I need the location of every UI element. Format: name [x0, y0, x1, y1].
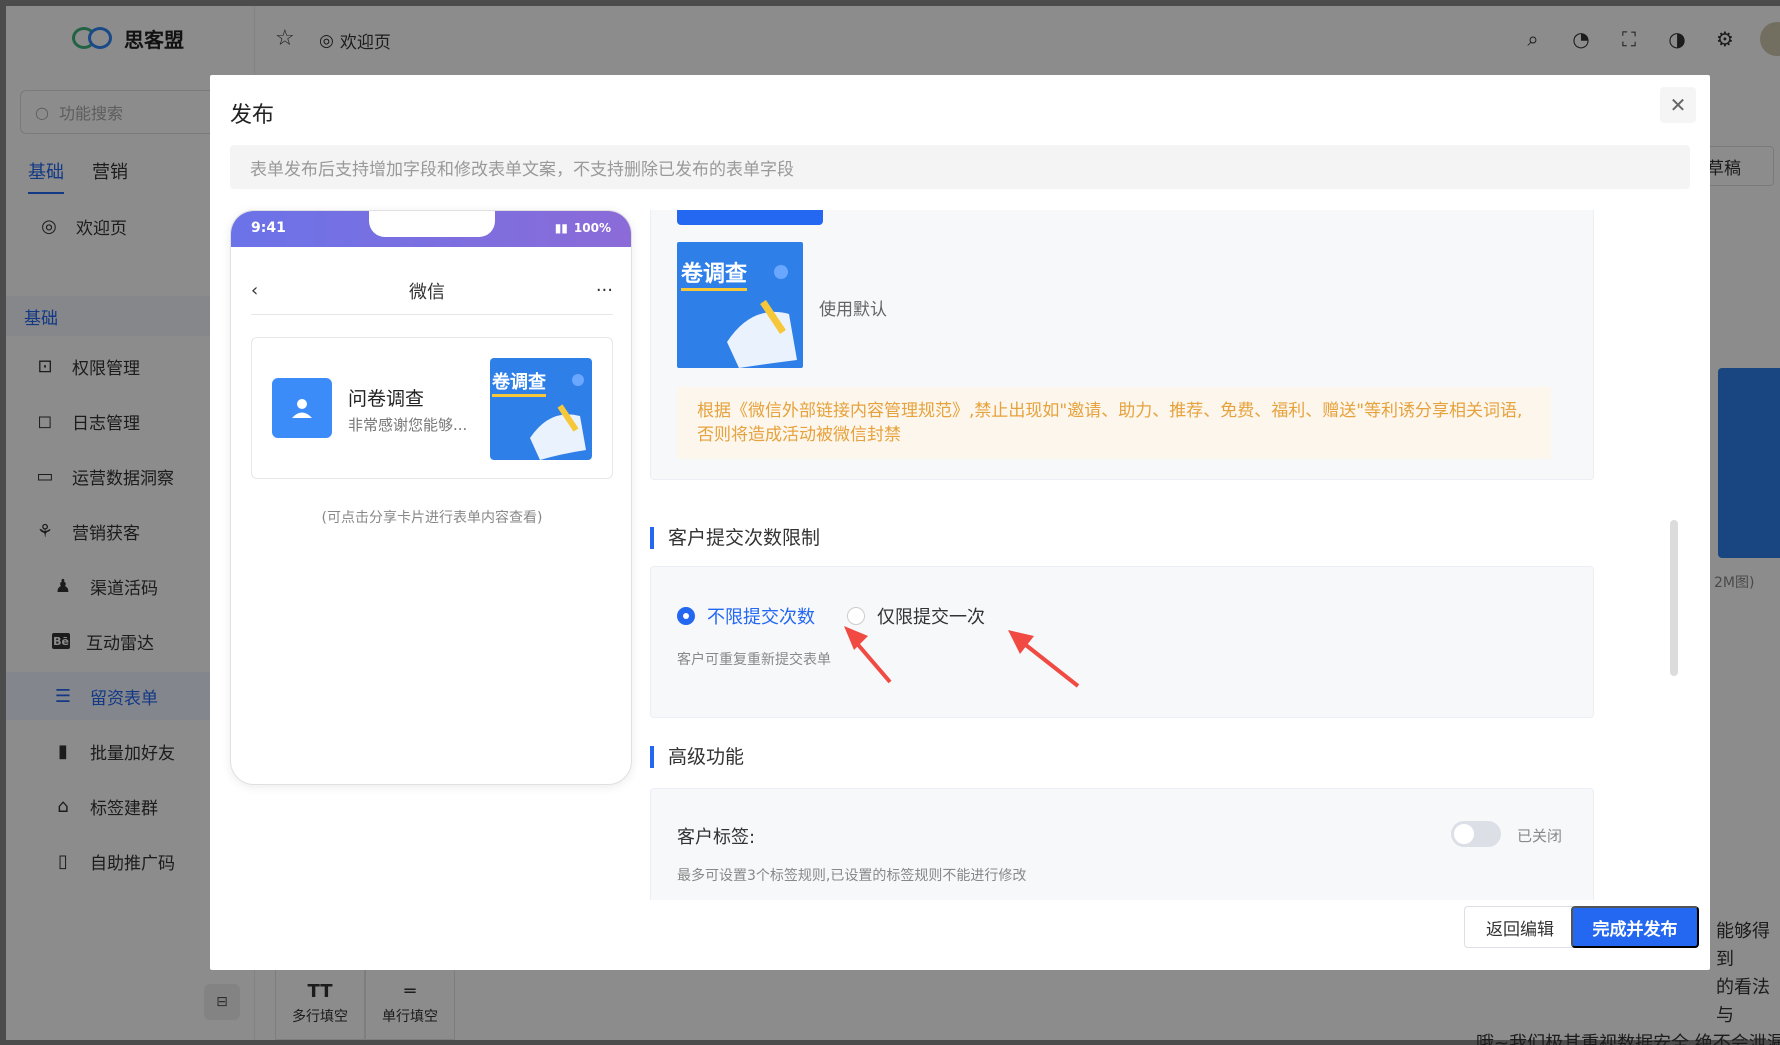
finish-publish-button[interactable]: 完成并发布 — [1571, 906, 1699, 948]
annotation-arrow-icon — [1008, 630, 1080, 688]
customer-tag-toggle[interactable] — [1451, 821, 1501, 847]
use-default-label: 使用默认 — [819, 300, 887, 320]
phone-nav-bar: ‹ 微信 ··· — [251, 267, 613, 315]
phone-notch — [369, 211, 495, 237]
radio-label: 不限提交次数 — [707, 607, 815, 628]
settings-scrollbar[interactable] — [1670, 210, 1678, 900]
dialog-title: 发布 — [230, 103, 275, 128]
share-card-title: 问卷调查 — [348, 388, 425, 410]
more-icon: ··· — [595, 280, 613, 301]
tag-rule-hint: 最多可设置3个标签规则,已设置的标签规则不能进行修改 — [677, 868, 1027, 884]
wechat-warning: 根据《微信外部链接内容管理规范》,禁止出现如"邀请、助力、推荐、免费、福利、赠送… — [677, 387, 1551, 459]
submit-limit-hint: 客户可重复重新提交表单 — [677, 652, 831, 668]
publish-notice: 表单发布后支持增加字段和修改表单文案，不支持删除已发布的表单字段 — [230, 145, 1690, 189]
cover-image[interactable]: 卷调查 — [677, 242, 803, 368]
back-chevron-icon: ‹ — [251, 280, 259, 301]
battery-label: 100% — [573, 221, 611, 235]
submit-limit-card: 不限提交次数 仅限提交一次 客户可重复重新提交表单 — [650, 566, 1594, 718]
section-advanced: 高级功能 — [650, 746, 744, 768]
share-hint: (可点击分享卡片进行表单内容查看) — [321, 510, 543, 526]
back-to-edit-button[interactable]: 返回编辑 — [1464, 906, 1576, 948]
share-cover-card: 卷调查 使用默认 根据《微信外部链接内容管理规范》,禁止出现如"邀请、助力、推荐… — [650, 210, 1594, 480]
signal-icon: ▮▮ — [554, 221, 568, 235]
phone-status-bar: 9:41 ▮▮ 100% — [231, 211, 631, 247]
share-card[interactable]: 问卷调查 非常感谢您能够... 卷调查 — [251, 337, 613, 479]
phone-time: 9:41 — [251, 220, 286, 236]
share-card-desc: 非常感谢您能够... — [348, 416, 468, 434]
radio-unlimited[interactable]: 不限提交次数 — [677, 603, 815, 629]
phone-nav-title: 微信 — [409, 281, 446, 303]
publish-dialog: 发布 ✕ 表单发布后支持增加字段和修改表单文案，不支持删除已发布的表单字段 9:… — [210, 75, 1710, 970]
upload-cover-button[interactable] — [677, 210, 823, 225]
tag-toggle-state: 已关闭 — [1517, 827, 1563, 845]
publish-settings: 卷调查 使用默认 根据《微信外部链接内容管理规范》,禁止出现如"邀请、助力、推荐… — [650, 210, 1666, 900]
annotation-arrow-icon — [844, 626, 892, 684]
scrollbar-thumb[interactable] — [1670, 520, 1678, 676]
close-icon[interactable]: ✕ — [1660, 87, 1696, 123]
phone-signal: ▮▮ 100% — [555, 221, 611, 235]
customer-tag-label: 客户标签: — [677, 827, 756, 848]
radio-dot — [677, 607, 695, 625]
share-card-thumbnail: 卷调查 — [490, 358, 592, 460]
advanced-card: 客户标签: 已关闭 最多可设置3个标签规则,已设置的标签规则不能进行修改 — [650, 788, 1594, 900]
section-submit-limit: 客户提交次数限制 — [650, 527, 820, 549]
phone-preview: 9:41 ▮▮ 100% ‹ 微信 ··· 问卷调查 非常感谢您能够... 卷调… — [230, 210, 632, 785]
form-user-icon — [272, 378, 332, 438]
